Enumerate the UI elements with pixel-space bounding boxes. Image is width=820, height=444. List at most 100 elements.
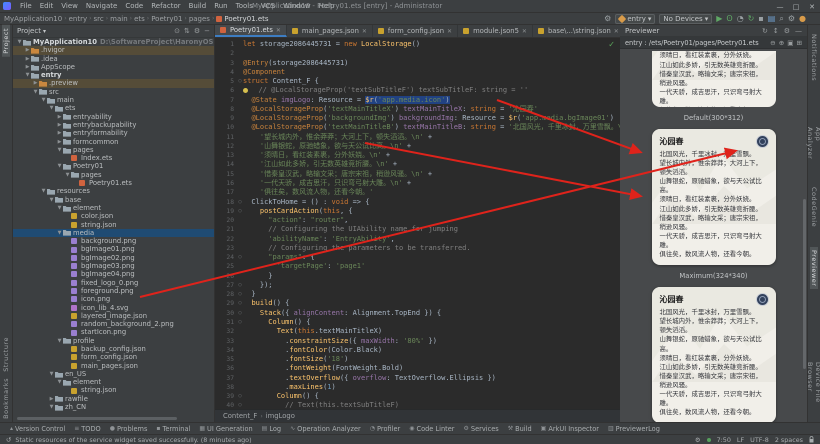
vertical-scrollbar[interactable] — [803, 199, 806, 369]
tree-row-appscope[interactable]: ▶AppScope — [13, 63, 214, 71]
editor-breadcrumb-item[interactable]: Content_F — [223, 412, 257, 420]
tree-toggle-icon[interactable]: ▼ — [48, 104, 55, 112]
tree-toggle-icon[interactable]: ▼ — [56, 162, 63, 170]
profiler-button[interactable]: ◔ — [737, 14, 744, 24]
breadcrumb-item[interactable]: Poetry01 — [151, 15, 182, 23]
code-line-23[interactable]: 23 // Configuring the parameters to be t… — [215, 244, 620, 253]
run-button[interactable]: ▶ — [716, 14, 722, 24]
tool-button-structure[interactable]: Structure — [2, 334, 10, 375]
menu-file[interactable]: File — [16, 2, 36, 10]
tree-row-entry[interactable]: ▼entry — [13, 71, 214, 79]
tree-row-media[interactable]: ▼media — [13, 229, 214, 237]
tree-row-icon_lib_4.svg[interactable]: icon_lib_4.svg — [13, 304, 214, 312]
tree-row-entrybackupability[interactable]: ▶entrybackupability — [13, 121, 214, 129]
code-line-9[interactable]: 9 @LocalStorageProp('backgroundImg') bac… — [215, 114, 620, 123]
maximize-button[interactable]: □ — [788, 3, 804, 11]
tree-row-random_background_2.png[interactable]: random_background_2.png — [13, 320, 214, 328]
tool-window-code-linter[interactable]: ◉Code Linter — [409, 425, 454, 433]
tool-window-operation-analyzer[interactable]: ∿Operation Analyzer — [290, 425, 361, 433]
tree-row-entryability[interactable]: ▶entryability — [13, 113, 214, 121]
menu-navigate[interactable]: Navigate — [82, 2, 121, 10]
previewer-settings-icon[interactable]: ⚙ — [784, 27, 790, 35]
tab-poetry01.ets[interactable]: Poetry01.ets✕ — [215, 25, 287, 37]
tree-row-backup_config.json[interactable]: backup_config.json — [13, 345, 214, 353]
search-icon[interactable]: ⌕ — [779, 14, 783, 24]
tool-button-bookmarks[interactable]: Bookmarks — [2, 375, 10, 422]
code-line-33[interactable]: 33 .constraintSize({ maxWidth: '80%' }) — [215, 337, 620, 346]
tree-toggle-icon[interactable]: ▶ — [32, 79, 39, 87]
code-line-26[interactable]: 26 } — [215, 272, 620, 281]
stop-button[interactable]: ▪ — [758, 14, 763, 24]
code-line-29[interactable]: 29○ build() { — [215, 299, 620, 308]
tree-row-rawfile[interactable]: ▶rawfile — [13, 395, 214, 403]
tool-window-ui-generation[interactable]: ▦UI Generation — [199, 425, 252, 433]
tree-row-poetry01.ets[interactable]: Poetry01.ets — [13, 179, 214, 187]
tree-row-string.json[interactable]: string.json — [13, 386, 214, 394]
code-line-22[interactable]: 22 'abilityName': 'EntryAbility', — [215, 235, 620, 244]
code-line-16[interactable]: 16 '一代天骄，成吉思汗，只识弯弓射大雕。\n' + — [215, 179, 620, 188]
code-line-38[interactable]: 38 .maxLines(1) — [215, 383, 620, 392]
code-line-3[interactable]: 3@Entry(storage2086445731) — [215, 59, 620, 68]
code-line-7[interactable]: 7 @State imgLogo: Resource = $r('app.med… — [215, 96, 620, 105]
status-settings-icon[interactable]: ⚙ — [695, 436, 701, 444]
tree-toggle-icon[interactable]: ▶ — [24, 46, 31, 54]
close-tab-icon[interactable]: ✕ — [362, 28, 367, 35]
tree-row-element[interactable]: ▼element — [13, 378, 214, 386]
device-manager-icon[interactable]: ▤ — [768, 14, 776, 24]
code-line-5[interactable]: 5○struct Content_F { — [215, 77, 620, 86]
code-line-40[interactable]: 40○ // Text(this.textSubTitleF) — [215, 401, 620, 409]
tree-row-string.json[interactable]: string.json — [13, 221, 214, 229]
tree-toggle-icon[interactable]: ▶ — [56, 113, 63, 121]
tree-row-color.json[interactable]: color.json — [13, 212, 214, 220]
tree-toggle-icon[interactable]: ▼ — [48, 403, 55, 411]
device-selector[interactable]: No Devices ▾ — [659, 14, 712, 24]
tree-row-myapplication10[interactable]: ▼MyApplication10D:\SoftwareProject\Haron… — [13, 38, 214, 46]
code-line-2[interactable]: 2 — [215, 49, 620, 58]
tree-row-entryformability[interactable]: ▶entryformability — [13, 129, 214, 137]
code-line-4[interactable]: 4@Component — [215, 68, 620, 77]
tree-row-zh_cn[interactable]: ▼zh_CN — [13, 403, 214, 411]
tree-row-bgimage03.png[interactable]: bgImage03.png — [13, 262, 214, 270]
tree-row-base[interactable]: ▼base — [13, 196, 214, 204]
menu-build[interactable]: Build — [185, 2, 211, 10]
tree-row-bgimage01.png[interactable]: bgImage01.png — [13, 245, 214, 253]
history-icon[interactable]: ↺ — [6, 436, 11, 444]
tree-row-form_config.json[interactable]: form_config.json — [13, 353, 214, 361]
tree-toggle-icon[interactable]: ▼ — [56, 229, 63, 237]
code-line-1[interactable]: 1let storage2086445731 = new LocalStorag… — [215, 40, 620, 49]
tool-window-terminal[interactable]: ▪Terminal — [156, 425, 190, 433]
tool-button-notifications[interactable]: Notifications — [810, 31, 818, 84]
minimize-button[interactable]: — — [772, 3, 788, 11]
fit-screen-icon[interactable]: ▣ — [787, 39, 793, 47]
module-selector[interactable]: entry ▾ — [615, 14, 655, 24]
code-line-28[interactable]: 28○ } — [215, 290, 620, 299]
tree-row-foreground.png[interactable]: foreground.png — [13, 287, 214, 295]
grid-icon[interactable]: ⊞ — [796, 39, 802, 47]
code-line-32[interactable]: 32 Text(this.textMainTitleX) — [215, 327, 620, 336]
code-line-21[interactable]: 21 // Configuring the UIAbility name for… — [215, 225, 620, 234]
close-tab-icon[interactable]: ✕ — [447, 28, 452, 35]
tab-form_config.json[interactable]: form_config.json✕ — [373, 25, 458, 37]
tree-row-layered_image.json[interactable]: layered_image.json — [13, 312, 214, 320]
tree-row-profile[interactable]: ▼profile — [13, 337, 214, 345]
code-line-20[interactable]: 20 "action": "router", — [215, 216, 620, 225]
tab-main_pages.json[interactable]: main_pages.json✕ — [287, 25, 373, 37]
close-button[interactable]: ✕ — [804, 3, 820, 11]
tree-toggle-icon[interactable]: ▼ — [24, 71, 31, 79]
code-line-37[interactable]: 37 .textOverflow({ overflow: TextOverflo… — [215, 374, 620, 383]
horizontal-scrollbar[interactable] — [17, 417, 177, 420]
caret-position[interactable]: 7:50 — [717, 436, 731, 444]
tree-row-fixed_logo_0.png[interactable]: fixed_logo_0.png — [13, 279, 214, 287]
code-line-25[interactable]: 25 'targetPage': 'page1' — [215, 262, 620, 271]
tree-row-background.png[interactable]: background.png — [13, 237, 214, 245]
tree-toggle-icon[interactable]: ▼ — [48, 196, 55, 204]
code-line-18[interactable]: 18○ ClickToHome = () : void => { — [215, 198, 620, 207]
hide-panel-icon[interactable]: − — [204, 27, 210, 35]
breadcrumb-item[interactable]: ets — [134, 15, 145, 23]
code-line-6[interactable]: 6 // @LocalStorageProp('textSubTitleF') … — [215, 86, 620, 95]
code-line-30[interactable]: 30○ Stack({ alignContent: Alignment.TopE… — [215, 309, 620, 318]
code-line-35[interactable]: 35 .fontSize('18') — [215, 355, 620, 364]
tab-base...string.json[interactable]: base\...\string.json✕ — [533, 25, 625, 37]
breadcrumb-item[interactable]: main — [110, 15, 128, 23]
code-line-12[interactable]: 12 '山舞银蛇，原驰蜡象，欲与天公试比高。\n' + — [215, 142, 620, 151]
